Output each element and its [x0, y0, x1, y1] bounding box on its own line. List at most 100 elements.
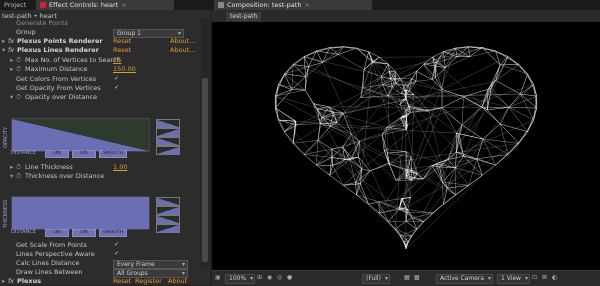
- view-layout-dropdown[interactable]: 1 View: [497, 274, 530, 284]
- opacity-from-vertices-label: Get Opacity From Vertices: [16, 84, 101, 93]
- composition-viewer[interactable]: [212, 22, 600, 270]
- interp-button-1[interactable]: LIN: [45, 229, 69, 237]
- opacity-from-vertices-row: Get Opacity From Vertices ✓: [0, 84, 200, 93]
- calc-lines-distance-label: Calc Lines Distance: [16, 259, 79, 268]
- max-vertices-row: ▸ ⏱ Max No. of Vertices to Search 25: [0, 56, 200, 65]
- thickness-graph[interactable]: [11, 196, 150, 230]
- always-preview-icon[interactable]: ▣: [215, 274, 221, 282]
- composition-subtab[interactable]: test-path: [226, 12, 261, 21]
- interp-button-2[interactable]: LIN: [72, 150, 96, 158]
- calc-lines-distance-row: Calc Lines Distance Every Frame: [0, 259, 200, 268]
- plexus-heart-render: [212, 22, 600, 270]
- thickness-curve: [12, 197, 149, 229]
- stopwatch-icon[interactable]: ⏱: [16, 163, 21, 172]
- cut-off-label: Generate Points: [16, 19, 216, 28]
- opacity-curve: [12, 119, 149, 151]
- scale-from-points-label: Get Scale From Points: [16, 241, 87, 250]
- max-distance-value[interactable]: 150.00: [113, 65, 136, 74]
- group-label: Group: [16, 28, 36, 37]
- interp-button-2[interactable]: LIN: [72, 229, 96, 237]
- toggle-pixel-icon[interactable]: ⊡: [532, 274, 537, 282]
- scale-from-points-row: Get Scale From Points ✓: [0, 241, 200, 250]
- viewer-toolbar: ▣ 100% ⊞ ◉ ◎ ● (Full) ▦ ▩ Active Camera …: [212, 270, 600, 286]
- graph-y-label: OPACITY: [3, 127, 9, 148]
- about-link[interactable]: About...: [170, 46, 195, 55]
- stopwatch-icon[interactable]: ⏱: [16, 56, 21, 65]
- opacity-over-distance-label: Opacity over Distance: [25, 93, 97, 102]
- group-row: Group Group 1: [0, 28, 200, 37]
- opacity-graph[interactable]: [11, 118, 150, 152]
- lines-perspective-label: Lines Perspective Aware: [16, 250, 95, 259]
- preset-curve-2[interactable]: [156, 128, 180, 137]
- reset-link[interactable]: Reset: [113, 46, 131, 55]
- region-icon[interactable]: ▦: [404, 274, 410, 282]
- quality-dropdown[interactable]: (Full): [362, 274, 390, 284]
- reset-exposure-icon[interactable]: ◐: [552, 274, 557, 282]
- preset-curve-4[interactable]: [156, 224, 180, 233]
- timecode-icon[interactable]: ◉: [267, 274, 272, 282]
- preset-curve-3[interactable]: [156, 215, 180, 224]
- collapse-icon[interactable]: ▸: [10, 163, 13, 172]
- colors-from-vertices-row: Get Colors From Vertices ✓: [0, 75, 200, 84]
- collapse-icon[interactable]: ▸: [10, 56, 13, 65]
- tab-composition[interactable]: Composition: test-path×: [214, 0, 372, 10]
- tab-project[interactable]: Project: [0, 0, 30, 10]
- lines-renderer-name: Plexus Lines Renderer: [17, 46, 99, 55]
- checkbox[interactable]: ✓: [114, 85, 119, 90]
- max-vertices-label: Max No. of Vertices to Search: [25, 56, 121, 65]
- graph-x-label: DISTANCE: [11, 229, 36, 235]
- reset-link[interactable]: Reset: [113, 37, 131, 46]
- composition-icon: [218, 2, 224, 8]
- interp-button-3[interactable]: SMOOTH: [99, 150, 127, 158]
- stopwatch-icon[interactable]: ⏱: [16, 172, 21, 181]
- preset-curve-1[interactable]: [156, 119, 180, 128]
- interp-button-3[interactable]: SMOOTH: [99, 229, 127, 237]
- stopwatch-icon[interactable]: ⏱: [16, 93, 21, 102]
- colors-from-vertices-label: Get Colors From Vertices: [16, 75, 96, 84]
- lines-perspective-row: Lines Perspective Aware ✓: [0, 250, 200, 259]
- snapshot-icon[interactable]: ◎: [277, 274, 282, 282]
- line-thickness-value[interactable]: 1.00: [113, 163, 127, 172]
- line-thickness-label: Line Thickness: [25, 163, 73, 172]
- checkbox[interactable]: ✓: [114, 251, 119, 256]
- graph-y-label: THICKNESS: [3, 200, 9, 228]
- about-link[interactable]: About...: [170, 37, 195, 46]
- graph-x-label: DISTANCE: [11, 150, 36, 156]
- expand-icon[interactable]: ▾: [10, 93, 13, 102]
- collapse-icon[interactable]: ▸: [2, 37, 5, 46]
- expand-icon[interactable]: ▾: [2, 46, 5, 55]
- fx-icon: fx: [8, 37, 14, 46]
- stopwatch-icon[interactable]: ⏱: [16, 65, 21, 74]
- draw-lines-between-row: Draw Lines Between All Groups: [0, 268, 200, 277]
- thickness-over-distance-row: ▾ ⏱ Thickness over Distance: [0, 172, 200, 181]
- collapse-icon[interactable]: ▸: [10, 65, 13, 74]
- zoom-dropdown[interactable]: 100%: [225, 274, 255, 284]
- tab-effect-controls[interactable]: Effect Controls: heart×: [36, 0, 174, 10]
- effect-swatch-icon: [40, 2, 46, 8]
- draw-lines-between-label: Draw Lines Between: [16, 268, 82, 277]
- resolution-icon[interactable]: ⊞: [257, 274, 262, 282]
- preset-curve-4[interactable]: [156, 146, 180, 155]
- preset-curve-3[interactable]: [156, 137, 180, 146]
- fx-icon: fx: [8, 46, 14, 55]
- expand-icon[interactable]: ▾: [10, 172, 13, 181]
- scrollbar-thumb[interactable]: [202, 78, 208, 262]
- channel-icon[interactable]: ●: [287, 274, 292, 282]
- line-thickness-row: ▸ ⏱ Line Thickness 1.00: [0, 163, 200, 172]
- flowchart-icon[interactable]: ⊠: [542, 274, 547, 282]
- checkbox[interactable]: ✓: [114, 242, 119, 247]
- camera-dropdown[interactable]: Active Camera: [436, 274, 493, 284]
- opacity-over-distance-row: ▾ ⏱ Opacity over Distance: [0, 93, 200, 102]
- interp-button-1[interactable]: LIN: [45, 150, 69, 158]
- close-icon[interactable]: ×: [304, 1, 309, 9]
- close-icon[interactable]: ×: [121, 1, 126, 9]
- preset-curve-1[interactable]: [156, 197, 180, 206]
- lines-renderer-row: ▾ fx Plexus Lines Renderer Reset About..…: [0, 46, 200, 55]
- transparency-icon[interactable]: ▩: [414, 274, 420, 282]
- max-distance-label: Maximum Distance: [25, 65, 88, 74]
- preset-curve-2[interactable]: [156, 206, 180, 215]
- max-vertices-value[interactable]: 25: [113, 56, 121, 65]
- checkbox[interactable]: ✓: [114, 76, 119, 81]
- max-distance-row: ▸ ⏱ Maximum Distance 150.00: [0, 65, 200, 74]
- points-renderer-row: ▸ fx Plexus Points Renderer Reset About.…: [0, 37, 200, 46]
